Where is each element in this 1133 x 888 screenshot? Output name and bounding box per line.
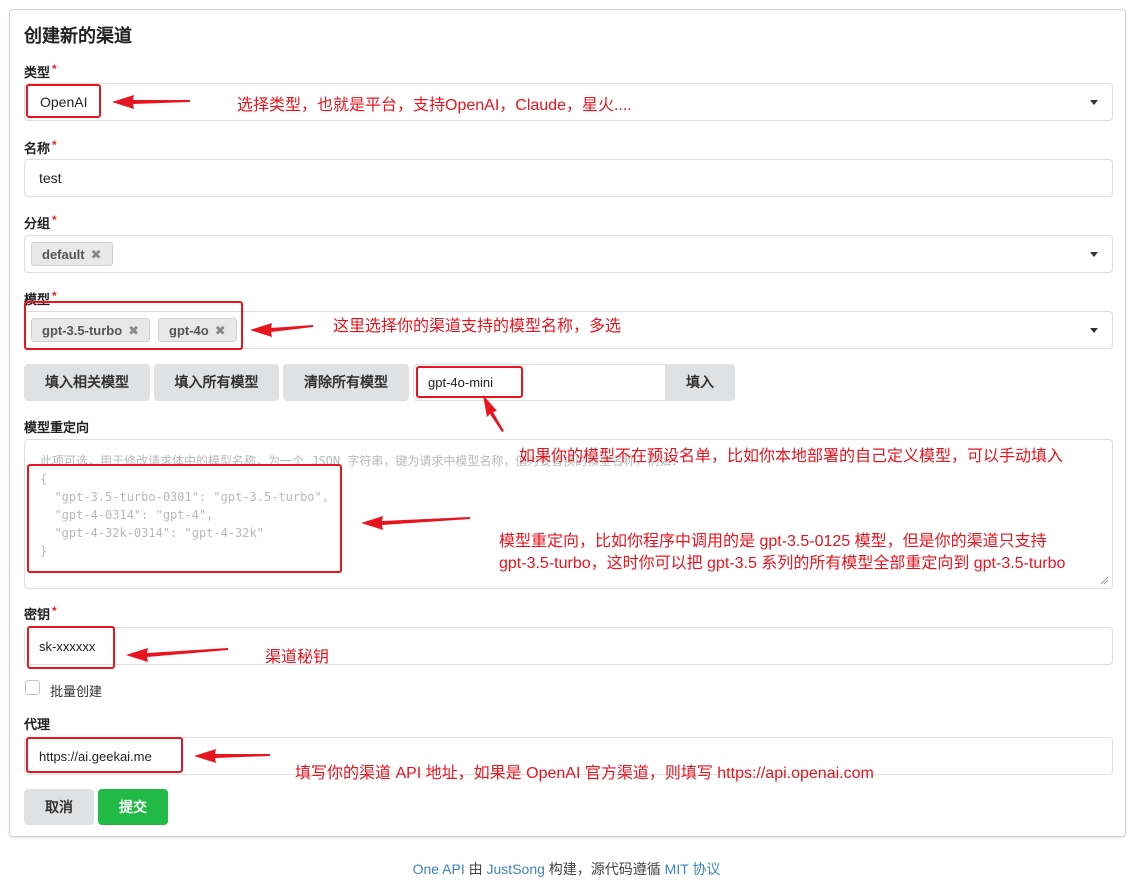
arrow-icon [250, 323, 313, 337]
footer-by-text: 由 [464, 861, 487, 877]
footer-built-text: 构建，源代码遵循 [544, 861, 665, 877]
footer-author-link[interactable]: JustSong [487, 861, 545, 877]
footer-app-link[interactable]: One API [413, 861, 465, 877]
annotation-mapping-2: gpt-3.5-turbo，这时你可以把 gpt-3.5 系列的所有模型全部重定… [499, 555, 1066, 572]
arrow-icon [126, 648, 228, 662]
footer: One API 由 JustSong 构建，源代码遵循 MIT 协议 [0, 859, 1133, 879]
arrow-icon [361, 516, 470, 530]
arrow-icon [483, 395, 504, 432]
annotation-type: 选择类型，也就是平台，支持OpenAI，Claude，星火.... [237, 97, 632, 114]
annotation-custom-model: 如果你的模型不在预设名单，比如你本地部署的自己定义模型，可以手动填入 [519, 448, 1064, 465]
annotation-models: 这里选择你的渠道支持的模型名称，多选 [333, 318, 622, 335]
footer-license-link[interactable]: MIT 协议 [665, 861, 721, 877]
arrow-icon [194, 749, 270, 763]
annotation-proxy: 填写你的渠道 API 地址，如果是 OpenAI 官方渠道，则填写 https:… [295, 765, 874, 782]
annotation-mapping-1: 模型重定向，比如你程序中调用的是 gpt-3.5-0125 模型，但是你的渠道只… [499, 533, 1047, 550]
arrow-icon [112, 95, 190, 109]
annotation-key: 渠道秘钥 [265, 649, 330, 666]
